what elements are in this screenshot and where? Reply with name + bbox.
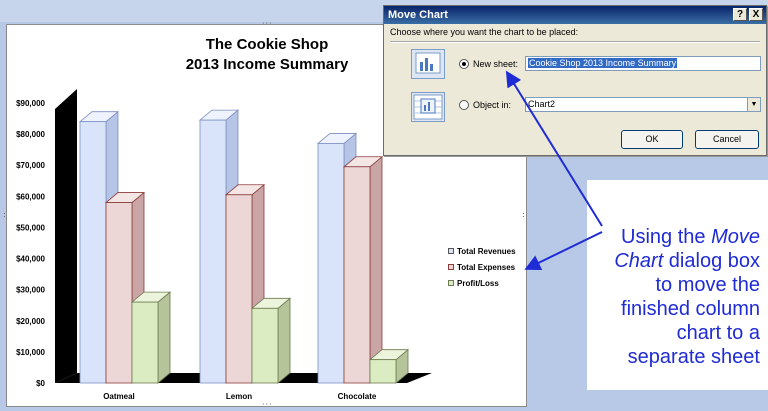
- annotation-arrows: [505, 70, 603, 270]
- arrow-to-chart: [524, 231, 603, 270]
- arrow-to-new-sheet: [505, 70, 603, 227]
